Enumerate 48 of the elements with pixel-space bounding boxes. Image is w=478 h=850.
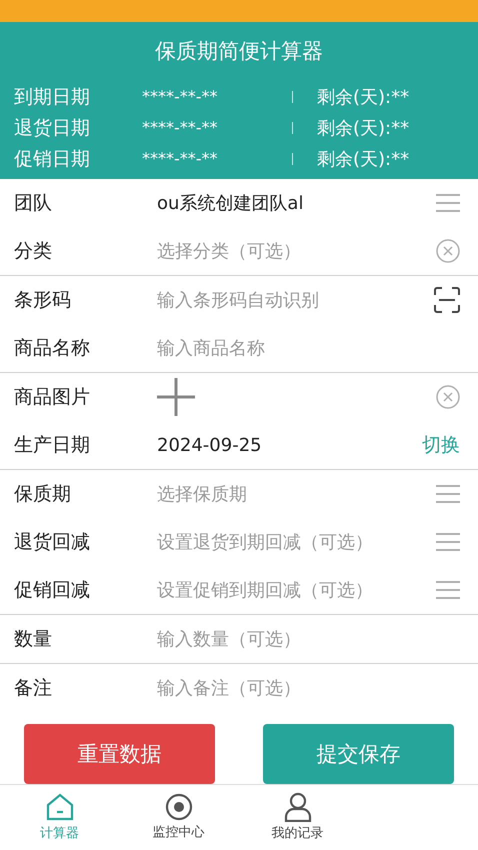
clear-icon[interactable] [436, 385, 460, 410]
switch-link[interactable]: 切换 [422, 431, 460, 460]
clear-icon[interactable] [436, 239, 460, 264]
input-field[interactable]: 输入数量（可选） [157, 626, 301, 653]
user-icon [284, 792, 312, 822]
date-value: ****-**-** [142, 117, 219, 140]
input-field[interactable]: 选择保质期 [157, 480, 247, 508]
remaining-days: 剩余(天):** [317, 114, 410, 142]
input-field[interactable]: 输入条形码自动识别 [157, 286, 319, 314]
input-field[interactable]: 输入商品名称 [157, 334, 265, 362]
input-field[interactable]: 输入备注（可选） [157, 674, 301, 702]
date-label: 退货日期 [14, 116, 91, 142]
nav-tab[interactable]: 计算器 [0, 785, 119, 850]
date-value: ****-**-** [142, 86, 219, 108]
nav-tab[interactable]: 我的记录 [238, 785, 357, 850]
field-label: 条形码 [14, 288, 72, 314]
menu-icon[interactable] [436, 580, 460, 600]
field-label: 退货回减 [14, 530, 91, 556]
field-label: 商品图片 [14, 385, 91, 410]
input-field[interactable]: 设置促销到期回减（可选） [157, 576, 373, 604]
submit-button[interactable]: 提交保存 [263, 724, 454, 784]
remaining-days: 剩余(天):** [317, 84, 410, 111]
field-label: 团队 [14, 191, 53, 216]
input-field[interactable]: 选择分类（可选） [157, 238, 301, 265]
nav-tab[interactable]: 监控中心 [119, 785, 238, 850]
home-icon [44, 792, 74, 822]
add-image-icon[interactable] [157, 378, 195, 416]
field-label: 促销回减 [14, 578, 91, 604]
input-field[interactable]: 设置退货到期回减（可选） [157, 528, 373, 556]
target-icon [164, 792, 192, 821]
field-label: 数量 [14, 627, 53, 652]
field-label: 生产日期 [14, 433, 91, 458]
date-label: 到期日期 [14, 85, 91, 110]
remaining-days: 剩余(天):** [317, 146, 410, 173]
menu-icon[interactable] [436, 484, 460, 504]
field-label: 分类 [14, 239, 53, 264]
menu-icon[interactable] [436, 532, 460, 552]
menu-icon[interactable] [436, 193, 460, 214]
date-label: 促销日期 [14, 147, 91, 172]
field-label: 备注 [14, 676, 53, 702]
scan-icon[interactable] [434, 287, 460, 314]
field-label: 商品名称 [14, 336, 91, 362]
field-label: 保质期 [14, 482, 72, 508]
field-value[interactable]: ou系统创建团队al [157, 190, 304, 217]
reset-button[interactable]: 重置数据 [24, 724, 215, 784]
date-value: ****-**-** [142, 148, 219, 170]
field-value[interactable]: 2024-09-25 [157, 432, 262, 459]
app-title: 保质期简便计算器 [155, 38, 323, 66]
